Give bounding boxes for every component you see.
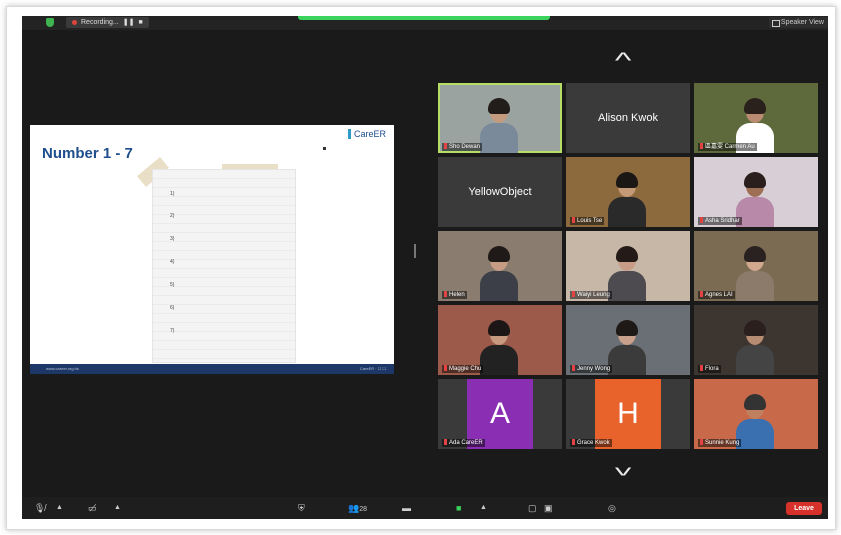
participant-display-name: Alison Kwok — [598, 112, 658, 124]
view-label: Speaker View — [780, 19, 824, 26]
participant-name-label: Louis Tse — [570, 217, 605, 225]
mic-muted-icon[interactable]: 🎙︎̸ — [34, 501, 45, 515]
chat-icon[interactable]: ▬ — [402, 501, 411, 515]
participant-name-label: Flora — [698, 365, 721, 373]
more-icon[interactable]: ◎ — [608, 501, 616, 515]
list-number: 7) — [170, 328, 175, 334]
recording-indicator[interactable]: Recording... ❚❚ ■ — [66, 17, 149, 28]
participant-video — [480, 246, 518, 301]
participant-video — [736, 172, 774, 227]
participant-video — [608, 246, 646, 301]
participant-video — [608, 320, 646, 375]
participant-tile[interactable]: 區嘉雯 Carmen Au — [694, 83, 818, 153]
participant-tile[interactable]: H Grace Kwok — [566, 379, 690, 449]
participant-video — [480, 98, 518, 153]
participant-tile[interactable]: Sunnie Kung — [694, 379, 818, 449]
meeting-toolbar: 🎙︎̸ ▲ ▭̸ ▲ ⛨ 👥28 ▬ ■ ▲ ▢ ▣ ◎ Leave — [22, 497, 828, 519]
participant-tile[interactable]: Louis Tse — [566, 157, 690, 227]
participant-name-label: Waiyi Leung — [570, 291, 612, 299]
pause-icon[interactable]: ❚❚ — [123, 17, 135, 28]
participant-tile[interactable]: Flora — [694, 305, 818, 375]
slide-footer: www.career.org.hk CareER · ☐ ☐ — [30, 364, 394, 374]
participant-name-label: Agnes LAI — [698, 291, 735, 299]
participant-tile[interactable]: Jenny Wong — [566, 305, 690, 375]
participant-tile[interactable]: Waiyi Leung — [566, 231, 690, 301]
participant-tile[interactable]: Asha Sridhar — [694, 157, 818, 227]
screen-share-indicator[interactable] — [298, 16, 550, 20]
participant-name-label: Grace Kwok — [570, 439, 612, 447]
participant-video — [608, 172, 646, 227]
list-number: 4) — [170, 259, 175, 265]
participant-name-label: Sho Dewan — [442, 143, 483, 151]
participant-tile[interactable]: Helen — [438, 231, 562, 301]
participant-name-label: 區嘉雯 Carmen Au — [698, 143, 757, 151]
participant-name-label: Asha Sridhar — [698, 217, 742, 225]
list-number: 1) — [170, 191, 175, 197]
record-button-icon[interactable]: ▢ — [528, 501, 537, 515]
shared-screen-slide: Number 1 - 7 CareER 1) 2) 3) 4) 5) 6) 7)… — [30, 125, 394, 374]
reactions-icon[interactable]: ▣ — [544, 501, 553, 515]
share-screen-icon[interactable]: ■ — [456, 501, 461, 515]
list-number: 5) — [170, 282, 175, 288]
share-options-chevron[interactable]: ▲ — [480, 501, 487, 515]
participants-count: 28 — [359, 506, 368, 513]
security-icon[interactable]: ⛨ — [298, 501, 305, 515]
record-icon — [72, 20, 77, 25]
participant-tile[interactable]: Maggie Chu — [438, 305, 562, 375]
view-button[interactable]: Speaker View — [768, 17, 828, 28]
participants-button[interactable]: 👥28 — [348, 501, 367, 515]
participant-display-name: YellowObject — [468, 186, 532, 198]
career-logo: CareER — [347, 129, 386, 139]
participant-name-label: Maggie Chu — [442, 365, 484, 373]
participant-tile[interactable]: A Ada CareER — [438, 379, 562, 449]
participant-video — [736, 246, 774, 301]
participant-name-label: Helen — [442, 291, 467, 299]
slide-title: Number 1 - 7 — [42, 145, 133, 162]
shield-icon[interactable] — [46, 18, 54, 27]
participant-name-label: Sunnie Kung — [698, 439, 742, 447]
participant-tile[interactable]: Sho Dewan — [438, 83, 562, 153]
participant-name-label: Ada CareER — [442, 439, 485, 447]
stop-icon[interactable]: ■ — [138, 17, 142, 28]
footer-brand: CareER · ☐ ☐ — [359, 366, 386, 371]
recording-label: Recording... — [81, 19, 119, 26]
video-options-chevron[interactable]: ▲ — [114, 501, 121, 515]
chevron-down-icon[interactable]: ^ — [615, 455, 632, 480]
zoom-window: Recording... ❚❚ ■ Speaker View Number 1 … — [22, 16, 828, 519]
chevron-up-icon[interactable]: ^ — [615, 50, 632, 72]
participant-tile[interactable]: Agnes LAI — [694, 231, 818, 301]
participant-tile[interactable]: YellowObjectYellowObject — [438, 157, 562, 227]
footer-url: www.career.org.hk — [46, 366, 79, 371]
top-bar: Recording... ❚❚ ■ Speaker View — [22, 16, 828, 30]
participant-video — [736, 320, 774, 375]
participant-video — [736, 394, 774, 449]
participant-video — [480, 320, 518, 375]
list-number: 6) — [170, 305, 175, 311]
participant-tile[interactable]: Alison KwokAlison Kwok — [566, 83, 690, 153]
video-off-icon[interactable]: ▭̸ — [88, 501, 97, 515]
list-number: 2) — [170, 213, 175, 219]
notepad-paper: 1) 2) 3) 4) 5) 6) 7) — [152, 169, 296, 363]
leave-button[interactable]: Leave — [786, 502, 822, 515]
mic-options-chevron[interactable]: ▲ — [56, 501, 63, 515]
list-number: 3) — [170, 236, 175, 242]
participant-name-label: Jenny Wong — [570, 365, 613, 373]
split-divider-handle[interactable] — [414, 244, 416, 258]
mouse-cursor — [323, 147, 326, 150]
